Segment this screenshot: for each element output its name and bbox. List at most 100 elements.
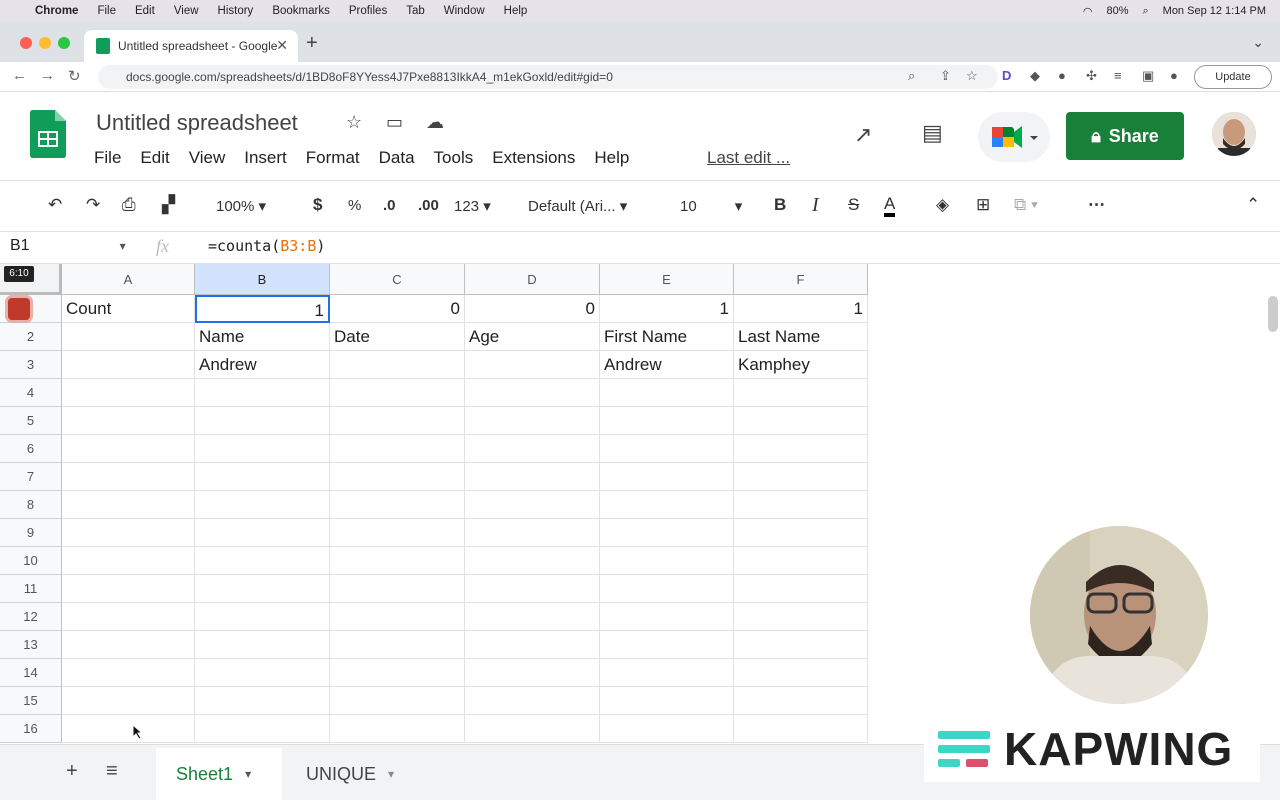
percent-format-button[interactable]: %: [348, 197, 361, 214]
extension-icon[interactable]: ◆: [1030, 68, 1040, 84]
row-header[interactable]: 4: [0, 379, 62, 407]
fill-color-icon[interactable]: ◈: [936, 195, 949, 215]
grid-cell[interactable]: [330, 659, 465, 687]
grid-cell[interactable]: First Name: [600, 323, 734, 351]
row-header[interactable]: 6: [0, 435, 62, 463]
grid-cell[interactable]: [600, 575, 734, 603]
grid-cell[interactable]: [600, 603, 734, 631]
sheets-logo-icon[interactable]: [30, 110, 66, 158]
formula-input[interactable]: =counta(B3:B): [208, 237, 325, 255]
grid-cell[interactable]: [600, 463, 734, 491]
undo-icon[interactable]: ↶: [48, 195, 62, 215]
menubar-item[interactable]: History: [218, 5, 254, 17]
grid-cell[interactable]: [465, 379, 600, 407]
menu-tools[interactable]: Tools: [434, 148, 474, 168]
row-header[interactable]: 15: [0, 687, 62, 715]
grid-cell[interactable]: [465, 687, 600, 715]
row-header[interactable]: 11: [0, 575, 62, 603]
row-header[interactable]: 2: [0, 323, 62, 351]
share-button[interactable]: 🔒︎ Share: [1066, 112, 1184, 160]
grid-cell[interactable]: [195, 603, 330, 631]
grid-cell[interactable]: [330, 379, 465, 407]
borders-icon[interactable]: ⊞: [976, 195, 990, 215]
grid-cell[interactable]: [330, 575, 465, 603]
grid-cell[interactable]: [330, 631, 465, 659]
row-header[interactable]: 9: [0, 519, 62, 547]
browser-tab[interactable]: Untitled spreadsheet - Google ✕: [84, 30, 298, 62]
sheet-tab-unique[interactable]: UNIQUE ▾: [286, 748, 416, 800]
bookmark-star-icon[interactable]: ☆: [966, 68, 978, 84]
grid-cell[interactable]: [195, 463, 330, 491]
menubar-item[interactable]: Bookmarks: [272, 5, 330, 17]
menubar-item[interactable]: Window: [444, 5, 485, 17]
vertical-scrollbar[interactable]: [1268, 296, 1278, 332]
document-title[interactable]: Untitled spreadsheet: [96, 110, 298, 136]
row-header[interactable]: 16: [0, 715, 62, 743]
grid-cell[interactable]: [600, 631, 734, 659]
grid-cell[interactable]: [734, 463, 868, 491]
grid-cell[interactable]: [62, 379, 195, 407]
column-header[interactable]: F: [734, 264, 868, 295]
share-page-icon[interactable]: ⇪: [940, 68, 951, 84]
cloud-status-icon[interactable]: ☁: [426, 112, 444, 133]
profile-avatar-icon[interactable]: ●: [1170, 68, 1178, 83]
font-family-select[interactable]: Default (Ari... ▾: [528, 197, 627, 215]
grid-cell[interactable]: [330, 547, 465, 575]
grid-cell[interactable]: [62, 323, 195, 351]
grid-cell[interactable]: Name: [195, 323, 330, 351]
menu-extensions[interactable]: Extensions: [492, 148, 575, 168]
grid-cell[interactable]: [465, 715, 600, 743]
all-sheets-button[interactable]: ≡: [106, 760, 118, 783]
forward-icon[interactable]: →: [40, 67, 55, 84]
grid-cell[interactable]: [330, 463, 465, 491]
grid-cell[interactable]: [600, 715, 734, 743]
column-header[interactable]: D: [465, 264, 600, 295]
grid-cell[interactable]: [600, 659, 734, 687]
grid-cell[interactable]: [195, 491, 330, 519]
grid-cell[interactable]: [465, 547, 600, 575]
grid-cell[interactable]: [62, 603, 195, 631]
grid-cell[interactable]: [195, 407, 330, 435]
grid-cell[interactable]: Date: [330, 323, 465, 351]
grid-cell[interactable]: [62, 659, 195, 687]
column-header[interactable]: B: [195, 264, 330, 295]
grid-cell[interactable]: [195, 659, 330, 687]
grid-cell[interactable]: [195, 687, 330, 715]
grid-cell[interactable]: [600, 491, 734, 519]
more-options-button[interactable]: ⋯: [1088, 195, 1105, 215]
spreadsheet-grid[interactable]: A B C D E F Count 1 0 0 1 1 2 Name Date Age First Name La…: [0, 264, 870, 744]
row-header[interactable]: 13: [0, 631, 62, 659]
grid-cell[interactable]: [465, 351, 600, 379]
row-header[interactable]: 12: [0, 603, 62, 631]
add-sheet-button[interactable]: +: [66, 760, 78, 783]
grid-cell[interactable]: [330, 435, 465, 463]
row-header[interactable]: 5: [0, 407, 62, 435]
grid-cell[interactable]: [330, 407, 465, 435]
extension-icon[interactable]: ●: [1058, 68, 1066, 83]
url-field[interactable]: docs.google.com/spreadsheets/d/1BD8oF8YY…: [98, 65, 998, 89]
grid-cell[interactable]: [330, 603, 465, 631]
italic-button[interactable]: I: [812, 194, 819, 217]
grid-cell[interactable]: [734, 407, 868, 435]
paint-format-icon[interactable]: ▞: [162, 195, 175, 215]
grid-cell[interactable]: [734, 715, 868, 743]
search-icon[interactable]: ⌕: [1142, 5, 1148, 18]
grid-cell[interactable]: [330, 687, 465, 715]
bold-button[interactable]: B: [774, 195, 786, 215]
menu-file[interactable]: File: [94, 148, 121, 168]
grid-cell[interactable]: [465, 659, 600, 687]
grid-cell[interactable]: [330, 519, 465, 547]
menubar-app-name[interactable]: Chrome: [35, 5, 78, 17]
extension-icon[interactable]: D: [1002, 68, 1011, 83]
column-header[interactable]: E: [600, 264, 734, 295]
menu-data[interactable]: Data: [379, 148, 415, 168]
close-tab-icon[interactable]: ✕: [276, 37, 288, 54]
decrease-decimal-button[interactable]: .0: [383, 197, 396, 214]
active-cell[interactable]: 1: [195, 295, 330, 323]
comments-icon[interactable]: ▤: [922, 120, 943, 146]
grid-cell[interactable]: [734, 379, 868, 407]
meet-button[interactable]: [978, 112, 1050, 162]
zoom-icon[interactable]: ⌕: [908, 68, 915, 84]
grid-cell[interactable]: [465, 435, 600, 463]
grid-cell[interactable]: [465, 519, 600, 547]
